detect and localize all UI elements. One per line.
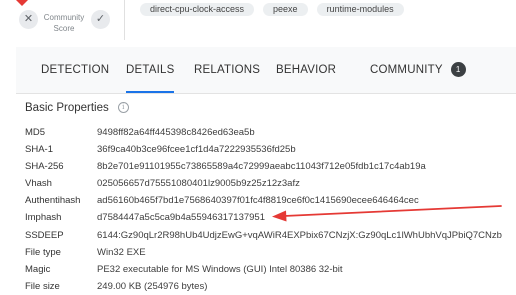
property-row: MD5 9498ff82a64ff445398c8426ed63ea5b [25,124,516,141]
property-value: 36f9ca40b3ce96fcee1cf1d4a7222935536fd25b [97,144,296,156]
property-row: File type Win32 EXE [25,244,516,261]
section-title: Basic Properties [25,102,109,114]
property-key: SHA-1 [25,144,53,156]
property-key: Authentihash [25,195,81,207]
close-icon[interactable]: ✕ [19,10,38,29]
property-row: SHA-256 8b2e701e91101955c73865589a4c7299… [25,158,516,175]
property-key: MD5 [25,127,46,138]
tab-bar: DETECTION DETAILS RELATIONS BEHAVIOR COM… [16,47,516,94]
community-score-label: Community Score [43,13,85,33]
property-value-imphash: d7584447a5c5ca9b4a55946317137951 [97,212,266,224]
property-value: 6144:Gz90qLr2R98hUb4UdjzEwG+vqAWiR4EXPbi… [97,229,502,241]
property-value: PE32 executable for MS Windows (GUI) Int… [97,263,343,275]
header-divider [124,0,125,40]
community-count-badge: 1 [450,62,466,78]
tab-behavior[interactable]: BEHAVIOR [276,47,336,93]
property-value: 249.00 KB (254976 bytes) [97,280,208,292]
property-row: SHA-1 36f9ca40b3ce96fcee1cf1d4a722293553… [25,141,516,158]
property-key: Imphash [25,212,62,224]
community-score-widget: ✕ Community Score ✓ [14,0,116,40]
tag-chip[interactable]: runtime-modules [316,3,404,16]
property-row: SSDEEP 6144:Gz90qLr2R98hUb4UdjzEwG+vqAWi… [25,227,516,244]
property-key: File size [25,280,60,292]
tag-list: direct-cpu-clock-access peexe runtime-mo… [140,3,404,16]
tab-details[interactable]: DETAILS [126,47,175,93]
property-value: 025056657d75551080401lz9005b9z25z12z3afz [97,178,300,190]
info-icon[interactable]: i [117,102,129,114]
property-key: SSDEEP [25,229,64,241]
property-key: Magic [25,263,51,275]
property-value: 9498ff82a64ff445398c8426ed63ea5b [97,127,255,138]
property-row: Vhash 025056657d75551080401lz9005b9z25z1… [25,175,516,192]
annotation-arrow-icon [272,205,502,222]
check-icon[interactable]: ✓ [91,10,110,29]
score-marker-icon [16,0,28,6]
section-header: Basic Properties i [25,102,129,114]
tag-chip[interactable]: direct-cpu-clock-access [140,3,255,16]
property-key: Vhash [25,178,52,190]
property-key: SHA-256 [25,161,64,173]
property-key: File type [25,246,61,258]
tab-relations[interactable]: RELATIONS [194,47,260,93]
tab-community[interactable]: COMMUNITY 1 [370,47,466,93]
property-value: Win32 EXE [97,246,146,258]
header-bar: ✕ Community Score ✓ direct-cpu-clock-acc… [0,0,516,40]
property-value: 8b2e701e91101955c73865589a4c72999aeabc11… [97,161,426,173]
tag-chip[interactable]: peexe [263,3,308,16]
property-row: File size 249.00 KB (254976 bytes) [25,278,516,295]
tab-detection[interactable]: DETECTION [41,47,109,93]
property-row: Magic PE32 executable for MS Windows (GU… [25,261,516,278]
tab-community-label: COMMUNITY [370,64,443,76]
